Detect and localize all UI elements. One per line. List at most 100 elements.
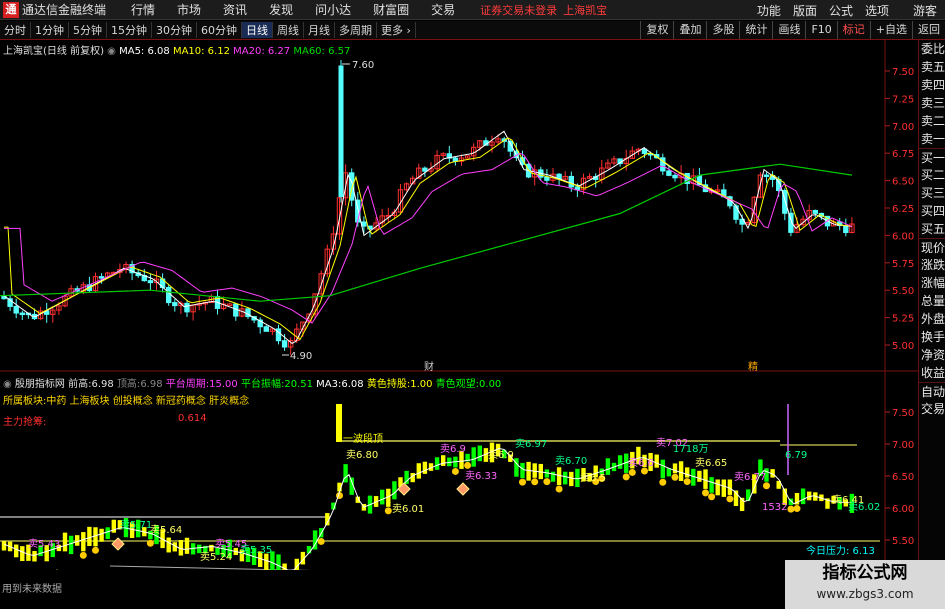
signal-dot [519, 478, 526, 486]
sidebar-item-outer[interactable]: 外盘 [919, 310, 945, 328]
signal-dot [531, 478, 539, 486]
watermark-title: 指标公式网 [822, 563, 908, 583]
sidebar-item-weibi[interactable]: 委比 [919, 40, 945, 58]
indicator-bar [434, 457, 440, 470]
indicator-bar [715, 479, 720, 496]
candle-body [281, 340, 288, 348]
sector-list: 中药 上海板块 创投概念 新冠药概念 肝炎概念 [46, 396, 250, 407]
candle-body [227, 303, 233, 307]
signal-dot [464, 461, 472, 469]
candle-body [422, 167, 428, 172]
qg-label: 前高: [68, 379, 92, 390]
signal-dot [146, 539, 154, 547]
sector-line: 所属板块:中药 上海板块 创投概念 新冠药概念 肝炎概念 [3, 392, 249, 407]
indicator-bar [721, 479, 726, 497]
dg-label: 顶高: [116, 379, 141, 390]
settings-dot-icon[interactable]: ◉ [107, 46, 116, 57]
indicator-price-label: 卖6.41 [832, 494, 864, 506]
sidebar-item-price[interactable]: 现价 [919, 238, 945, 256]
indicator-bar [678, 461, 684, 481]
candle-body [19, 312, 26, 316]
y-tick-label: 7.25 [892, 94, 914, 105]
sidebar-item-sell4[interactable]: 卖四 [919, 76, 945, 94]
indicator-bar [697, 470, 702, 482]
indicator-bar [14, 544, 19, 558]
indicator-bar [184, 537, 190, 554]
indicator-price-label: 卖6.5 [580, 472, 606, 484]
indicator-bar [380, 489, 385, 505]
sidebar-item-volume[interactable]: 总量 [919, 292, 945, 310]
sidebar-item-earnings[interactable]: 收益 [919, 364, 945, 382]
sector-label: 所属板块: [3, 396, 47, 407]
candle-body [263, 326, 270, 332]
sidebar-item-buy1[interactable]: 买一 [919, 148, 945, 166]
indicator-bar [660, 459, 665, 479]
sidebar-item-buy4[interactable]: 买四 [919, 202, 945, 220]
indicator-price-label: 卖5.24 [200, 551, 232, 563]
indicator-price-label: 卖6.80 [346, 449, 378, 461]
indicator-legend: ◉ 殷朋指标网 前高:6.98 顶高:6.98 平台周期:15.00 平台振幅:… [3, 375, 501, 390]
zlqc-label: 主力抢筹: [3, 417, 47, 428]
signal-dot [628, 468, 636, 476]
high-label: 7.60 [352, 60, 374, 71]
candle-body [166, 286, 172, 304]
candle-body [13, 305, 19, 314]
indicator-bar [703, 469, 708, 489]
marker-jing: 精 [748, 360, 758, 373]
watermark-url: www.zbgs3.com [816, 587, 914, 601]
y-tick-label: 6.75 [892, 149, 914, 160]
indicator-price-label: 卖6.01 [392, 503, 424, 515]
y-tick-label: 7.50 [892, 67, 914, 78]
signal-dot [543, 478, 551, 486]
indicator-price-label: 卖6.33 [465, 470, 497, 482]
sidebar-item-turnover[interactable]: 换手 [919, 328, 945, 346]
candle-body [184, 302, 190, 313]
indicator-bar [166, 537, 171, 553]
ma10-line [4, 137, 853, 341]
sidebar-item-buy2[interactable]: 买二 [919, 166, 945, 184]
sidebar-item-net-asset[interactable]: 净资 [919, 346, 945, 364]
ptzq-label: 平台周期: [165, 379, 210, 390]
indicator-bar [81, 532, 86, 552]
sidebar-item-sell5[interactable]: 卖五 [919, 58, 945, 76]
y-tick-label: 5.25 [892, 314, 914, 325]
sidebar-item-sell1[interactable]: 卖一 [919, 130, 945, 148]
indicator-dot-icon[interactable]: ◉ [3, 379, 12, 390]
indicator-bar [654, 454, 659, 468]
candle-body [172, 302, 178, 307]
candle-body [763, 174, 770, 178]
candle-body [812, 209, 818, 214]
signal-dot [702, 489, 709, 497]
quote-sidebar: 委比 卖五 卖四 卖三 卖二 卖一 买一 买二 买三 买四 买五 现价 涨跌 涨… [918, 40, 945, 570]
sidebar-item-sell3[interactable]: 卖三 [919, 94, 945, 112]
main-chart-legend: 上海凯宝(日线 前复权) ◉ MA5: 6.08 MA10: 6.12 MA20… [3, 42, 350, 57]
chart-area[interactable]: 7.50 7.25 7.00 6.75 6.50 6.25 6.00 5.75 5.50 5.25… [0, 0, 918, 570]
sidebar-item-trade[interactable]: 交易 [919, 400, 945, 418]
indicator-bar [416, 463, 421, 479]
sidebar-item-auto[interactable]: 自动 [919, 382, 945, 400]
candle-body [672, 174, 678, 179]
sidebar-item-change-pct[interactable]: 涨幅 [919, 274, 945, 292]
indicator-price-label: 卖6.6 [628, 457, 654, 469]
sidebar-item-change[interactable]: 涨跌 [919, 256, 945, 274]
sidebar-item-buy3[interactable]: 买三 [919, 184, 945, 202]
indicator-bar [1, 541, 7, 551]
indicator-bar [32, 551, 37, 562]
app-window: 通 通达信金融终端 行情 市场 资讯 发现 问小达 财富圈 交易 证券交易未登录… [0, 0, 945, 609]
candle-body [733, 205, 739, 220]
signal-dot [763, 482, 770, 490]
indicator-price-label: 卖6.70 [555, 455, 587, 467]
indicator-bar [20, 546, 25, 562]
ma20-label: MA20: 6.27 [233, 46, 291, 57]
sidebar-item-sell2[interactable]: 卖二 [919, 112, 945, 130]
wave-top-bar [336, 404, 342, 442]
sidebar-item-buy5[interactable]: 买五 [919, 220, 945, 238]
ptzf-value: 20.51 [284, 379, 313, 390]
candle-body [641, 148, 648, 155]
candle-body [843, 225, 849, 234]
today-pressure-label: 今日压力: 6.13 [806, 544, 875, 557]
indicator-bar [99, 528, 104, 542]
indicator-price-label: 卖5.35 [240, 544, 272, 556]
signal-dot [317, 537, 325, 545]
indicator-bar [666, 468, 672, 477]
